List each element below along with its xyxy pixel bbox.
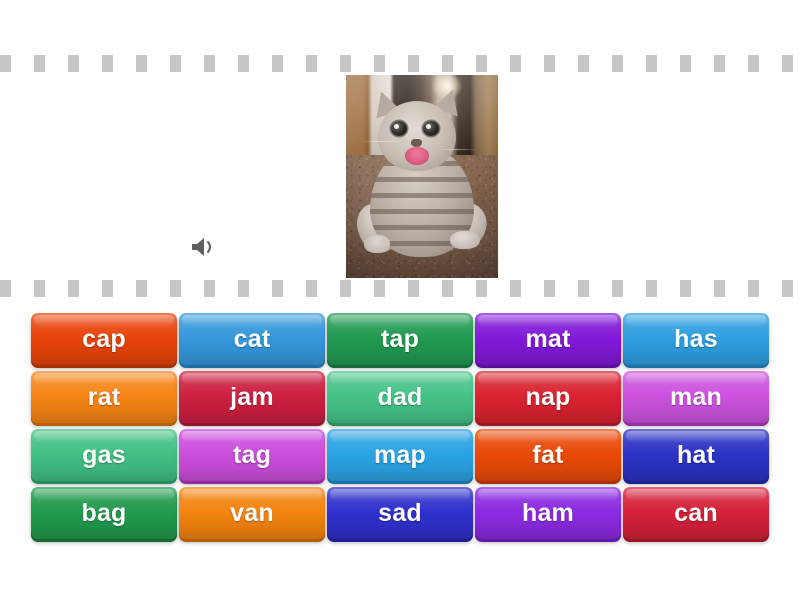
answer-tile[interactable]: nap <box>475 371 621 423</box>
answer-tile-label: mat <box>525 324 571 353</box>
answer-tile-label: nap <box>525 382 571 411</box>
answer-tile-label: sad <box>378 498 422 527</box>
dashed-divider-bottom <box>0 280 800 297</box>
answer-tile[interactable]: cat <box>179 313 325 365</box>
answer-tile-label: tag <box>232 440 272 469</box>
answer-tile[interactable]: bag <box>31 487 177 539</box>
play-audio-button[interactable] <box>186 232 220 262</box>
answer-tile-label: hat <box>676 440 716 469</box>
answer-tile[interactable]: man <box>623 371 769 423</box>
activity-stage: cap cat tap mat has rat jam dad nap man gas tag map f… <box>0 0 800 600</box>
answer-tile[interactable]: jam <box>179 371 325 423</box>
answer-tile[interactable]: tap <box>327 313 473 365</box>
speaker-icon <box>190 236 216 258</box>
answer-tile[interactable]: mat <box>475 313 621 365</box>
answer-tile[interactable]: can <box>623 487 769 539</box>
answer-tile-label: can <box>674 498 718 527</box>
answer-tile-label: jam <box>230 382 274 411</box>
answer-tile-label: rat <box>87 382 121 411</box>
answer-tile[interactable]: fat <box>475 429 621 481</box>
answer-tile-label: has <box>674 324 718 353</box>
answer-tile-label: van <box>230 498 274 527</box>
answer-tile-label: ham <box>521 498 574 527</box>
photo-vignette <box>346 75 498 278</box>
answer-tile[interactable]: rat <box>31 371 177 423</box>
answer-tile[interactable]: ham <box>475 487 621 539</box>
answer-tile[interactable]: van <box>179 487 325 539</box>
answer-tile[interactable]: gas <box>31 429 177 481</box>
answer-tile-label: bag <box>81 498 127 527</box>
answer-tile-label: tap <box>380 324 420 353</box>
answer-tile[interactable]: has <box>623 313 769 365</box>
dashed-divider-top <box>0 55 800 72</box>
answer-tile[interactable]: hat <box>623 429 769 481</box>
answer-tile[interactable]: dad <box>327 371 473 423</box>
answer-tile[interactable]: map <box>327 429 473 481</box>
answer-tile-label: cat <box>233 324 271 353</box>
answer-tile-label: dad <box>377 382 423 411</box>
answer-tile-label: cap <box>82 324 126 353</box>
answer-tile-label: map <box>373 440 426 469</box>
answer-tile[interactable]: tag <box>179 429 325 481</box>
answer-tile-label: gas <box>82 440 126 469</box>
answer-tile-label: man <box>669 382 722 411</box>
question-area <box>0 72 800 280</box>
answer-tile[interactable]: sad <box>327 487 473 539</box>
question-image <box>346 75 498 278</box>
answer-tile[interactable]: cap <box>31 313 177 365</box>
answer-tiles-grid: cap cat tap mat has rat jam dad nap man gas tag map f… <box>31 313 769 541</box>
answer-tile-label: fat <box>532 440 564 469</box>
